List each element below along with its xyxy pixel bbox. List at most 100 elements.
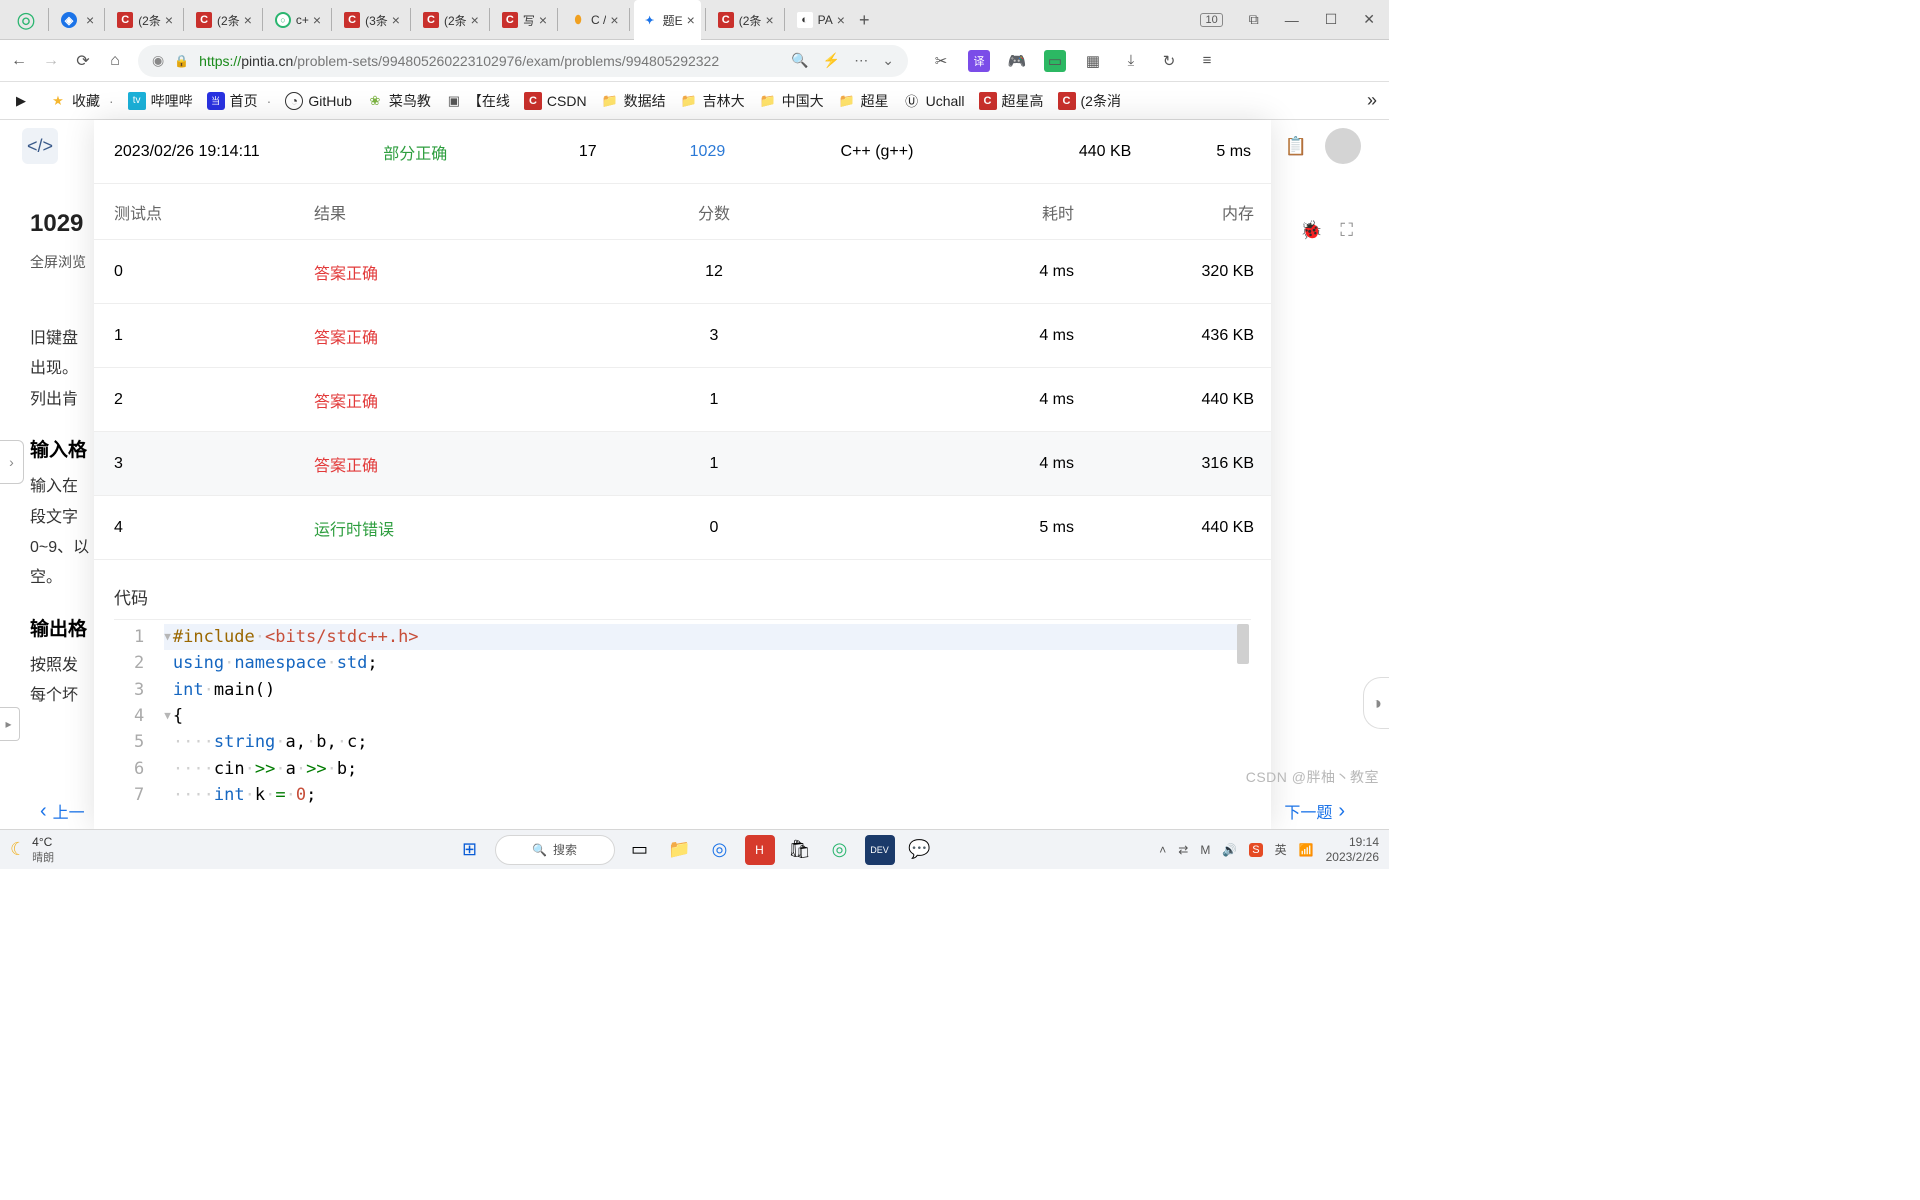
weather-widget[interactable]: ☾ 4°C晴朗 xyxy=(10,835,54,865)
window-collections-icon[interactable]: ⧉ xyxy=(1249,11,1259,28)
user-avatar[interactable] xyxy=(1325,128,1361,164)
bookmark-item[interactable]: tv哔哩哔 xyxy=(128,91,193,111)
history-icon[interactable]: ↻ xyxy=(1158,50,1180,72)
translate-icon[interactable]: 译 xyxy=(968,50,990,72)
code-content[interactable]: ▼#include·<bits/stdc++.h>▼using·namespac… xyxy=(154,620,1251,812)
bookmark-item[interactable]: ★收藏· xyxy=(49,91,114,111)
nav-back-icon[interactable]: ← xyxy=(10,52,28,70)
browser-tab[interactable]: ○c+× xyxy=(267,0,327,40)
result-cell: 运行时错误 xyxy=(314,516,574,540)
book-icon[interactable]: ▭ xyxy=(1044,50,1066,72)
tab-close-icon[interactable]: × xyxy=(165,12,173,28)
flash-icon[interactable]: ⚡ xyxy=(823,52,840,69)
bookmark-item[interactable]: 📁超星 xyxy=(838,91,889,111)
expand-icon[interactable]: ⛶ xyxy=(1340,220,1353,241)
bookmark-favicon-icon: 📁 xyxy=(680,92,698,110)
edge-icon[interactable]: ◎ xyxy=(705,835,735,865)
bookmark-item[interactable]: ▶ xyxy=(12,92,35,110)
tab-close-icon[interactable]: × xyxy=(687,12,695,28)
tab-favicon-icon: ◈ xyxy=(61,12,77,28)
tab-close-icon[interactable]: × xyxy=(244,12,252,28)
tray-sync-icon[interactable]: ⇄ xyxy=(1178,843,1188,857)
sidebar-collapse-icon[interactable]: › xyxy=(0,440,24,484)
nav-reload-icon[interactable]: ⟳ xyxy=(74,51,92,71)
taskbar-search[interactable]: 🔍 搜索 xyxy=(495,835,615,865)
url-input[interactable]: ◉ 🔒 https://pintia.cn/problem-sets/99480… xyxy=(138,45,908,77)
hamburger-menu-icon[interactable]: ≡ xyxy=(1196,50,1218,72)
gamepad-icon[interactable]: 🎮 xyxy=(1006,50,1028,72)
clipboard-icon[interactable]: 📋 xyxy=(1285,136,1307,157)
store-icon[interactable]: 🛍 xyxy=(785,835,815,865)
watermark-text: CSDN @胖柚丶教室 xyxy=(1246,767,1379,787)
new-tab-button[interactable]: + xyxy=(851,0,876,40)
floating-help-icon[interactable]: ◑ xyxy=(1363,677,1389,729)
taskbar-clock[interactable]: 19:142023/2/26 xyxy=(1326,835,1379,864)
chevron-down-icon[interactable]: ⌄ xyxy=(882,52,894,69)
browser-tab[interactable]: ⬮C /× xyxy=(562,0,625,40)
browser-tab[interactable]: C写× xyxy=(494,0,553,40)
bookmark-favicon-icon: 当 xyxy=(207,92,225,110)
prev-problem-link[interactable]: ‹上一 xyxy=(40,799,85,823)
tray-lang-icon[interactable]: 英 xyxy=(1275,841,1287,858)
bookmark-item[interactable]: CCSDN xyxy=(524,92,587,110)
window-minimize-icon[interactable]: — xyxy=(1285,12,1299,28)
tab-close-icon[interactable]: × xyxy=(610,12,618,28)
search-url-icon[interactable]: 🔍 xyxy=(791,52,808,69)
bookmark-item[interactable]: ◔GitHub xyxy=(285,92,352,110)
bookmark-item[interactable]: 当首页· xyxy=(207,91,272,111)
browser-tab[interactable]: C(3条× xyxy=(336,0,406,40)
bookmark-item[interactable]: ❀菜鸟教 xyxy=(366,91,431,111)
left-drawer-handle-icon[interactable]: ▸ xyxy=(0,707,20,741)
download-icon[interactable]: ⤓ xyxy=(1120,50,1142,72)
bookmark-item[interactable]: ⓊUchall xyxy=(903,92,965,110)
bookmarks-overflow-icon[interactable]: » xyxy=(1367,90,1377,111)
devcpp-icon[interactable]: DEV xyxy=(865,835,895,865)
submission-summary-table: 2023/02/26 19:14:11 部分正确 17 1029 C++ (g+… xyxy=(94,120,1271,184)
browser-tab[interactable]: ✦题E× xyxy=(634,0,701,40)
start-menu-icon[interactable]: ⊞ xyxy=(455,835,485,865)
browser-tab[interactable]: ◈× xyxy=(53,0,100,40)
tab-close-icon[interactable]: × xyxy=(539,12,547,28)
problem-link[interactable]: 1029 xyxy=(643,143,773,161)
browser-tab[interactable]: C(2条× xyxy=(109,0,179,40)
bookmark-item[interactable]: C(2条消 xyxy=(1058,91,1121,111)
tray-wifi-icon[interactable]: 📶 xyxy=(1299,843,1314,857)
next-problem-link[interactable]: 下一题› xyxy=(1284,799,1345,823)
task-view-icon[interactable]: ▭ xyxy=(625,835,655,865)
tray-chevron-icon[interactable]: ˄ xyxy=(1159,843,1166,857)
tab-count-badge[interactable]: 10 xyxy=(1200,13,1222,27)
code-scrollbar[interactable] xyxy=(1237,624,1249,784)
tray-volume-icon[interactable]: 🔊 xyxy=(1222,843,1237,857)
wechat-icon[interactable]: 💬 xyxy=(905,835,935,865)
browser-tab[interactable]: C(2条× xyxy=(710,0,780,40)
browser-tab[interactable]: ◐PA× xyxy=(789,0,851,40)
bug-icon[interactable]: 🐞 xyxy=(1300,220,1322,241)
window-maximize-icon[interactable]: ☐ xyxy=(1325,11,1338,28)
tab-close-icon[interactable]: × xyxy=(392,12,400,28)
browser-tab[interactable]: C(2条× xyxy=(415,0,485,40)
app-icon[interactable]: H xyxy=(745,835,775,865)
apps-grid-icon[interactable]: ▦ xyxy=(1082,50,1104,72)
explorer-icon[interactable]: 📁 xyxy=(665,835,695,865)
bookmark-item[interactable]: 📁数据结 xyxy=(601,91,666,111)
tab-close-icon[interactable]: × xyxy=(86,12,94,28)
tray-ime-icon[interactable]: M xyxy=(1200,843,1210,857)
tab-close-icon[interactable]: × xyxy=(313,12,321,28)
site-identity-icon[interactable]: ◉ xyxy=(152,52,164,69)
tab-close-icon[interactable]: × xyxy=(471,12,479,28)
bookmark-item[interactable]: C超星高 xyxy=(979,91,1044,111)
browser-tab[interactable]: C(2条× xyxy=(188,0,258,40)
browser2-icon[interactable]: ◎ xyxy=(825,835,855,865)
scissors-icon[interactable]: ✂ xyxy=(930,50,952,72)
window-close-icon[interactable]: ✕ xyxy=(1363,11,1375,28)
tab-favicon-icon: C xyxy=(196,12,212,28)
url-menu-icon[interactable]: ⋯ xyxy=(854,52,868,69)
tab-close-icon[interactable]: × xyxy=(765,12,773,28)
tab-close-icon[interactable]: × xyxy=(837,12,845,28)
nav-home-icon[interactable]: ⌂ xyxy=(106,52,124,70)
bookmark-item[interactable]: ▣【在线 xyxy=(445,91,510,111)
bookmark-item[interactable]: 📁中国大 xyxy=(759,91,824,111)
site-logo-icon[interactable]: </> xyxy=(22,128,58,164)
bookmark-item[interactable]: 📁吉林大 xyxy=(680,91,745,111)
tray-sogou-icon[interactable]: S xyxy=(1249,843,1262,857)
